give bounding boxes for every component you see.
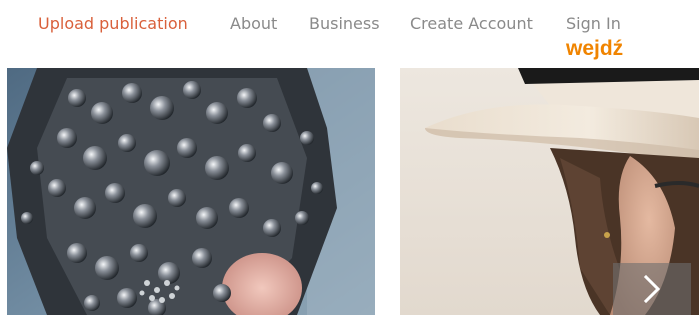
jeweled-headpiece-photo[interactable] xyxy=(7,68,375,315)
create-account-link[interactable]: Create Account xyxy=(410,13,533,35)
top-navigation: Upload publication About Business Create… xyxy=(0,0,699,68)
chevron-right-icon xyxy=(643,275,661,303)
business-link[interactable]: Business xyxy=(309,13,380,35)
about-link[interactable]: About xyxy=(230,13,277,35)
sign-in-link[interactable]: Sign In xyxy=(566,13,621,35)
wejdz-overlay-label[interactable]: wejdź xyxy=(566,36,623,62)
image-gallery xyxy=(0,68,699,315)
next-slide-button[interactable] xyxy=(613,263,691,315)
upload-publication-link[interactable]: Upload publication xyxy=(38,13,188,35)
